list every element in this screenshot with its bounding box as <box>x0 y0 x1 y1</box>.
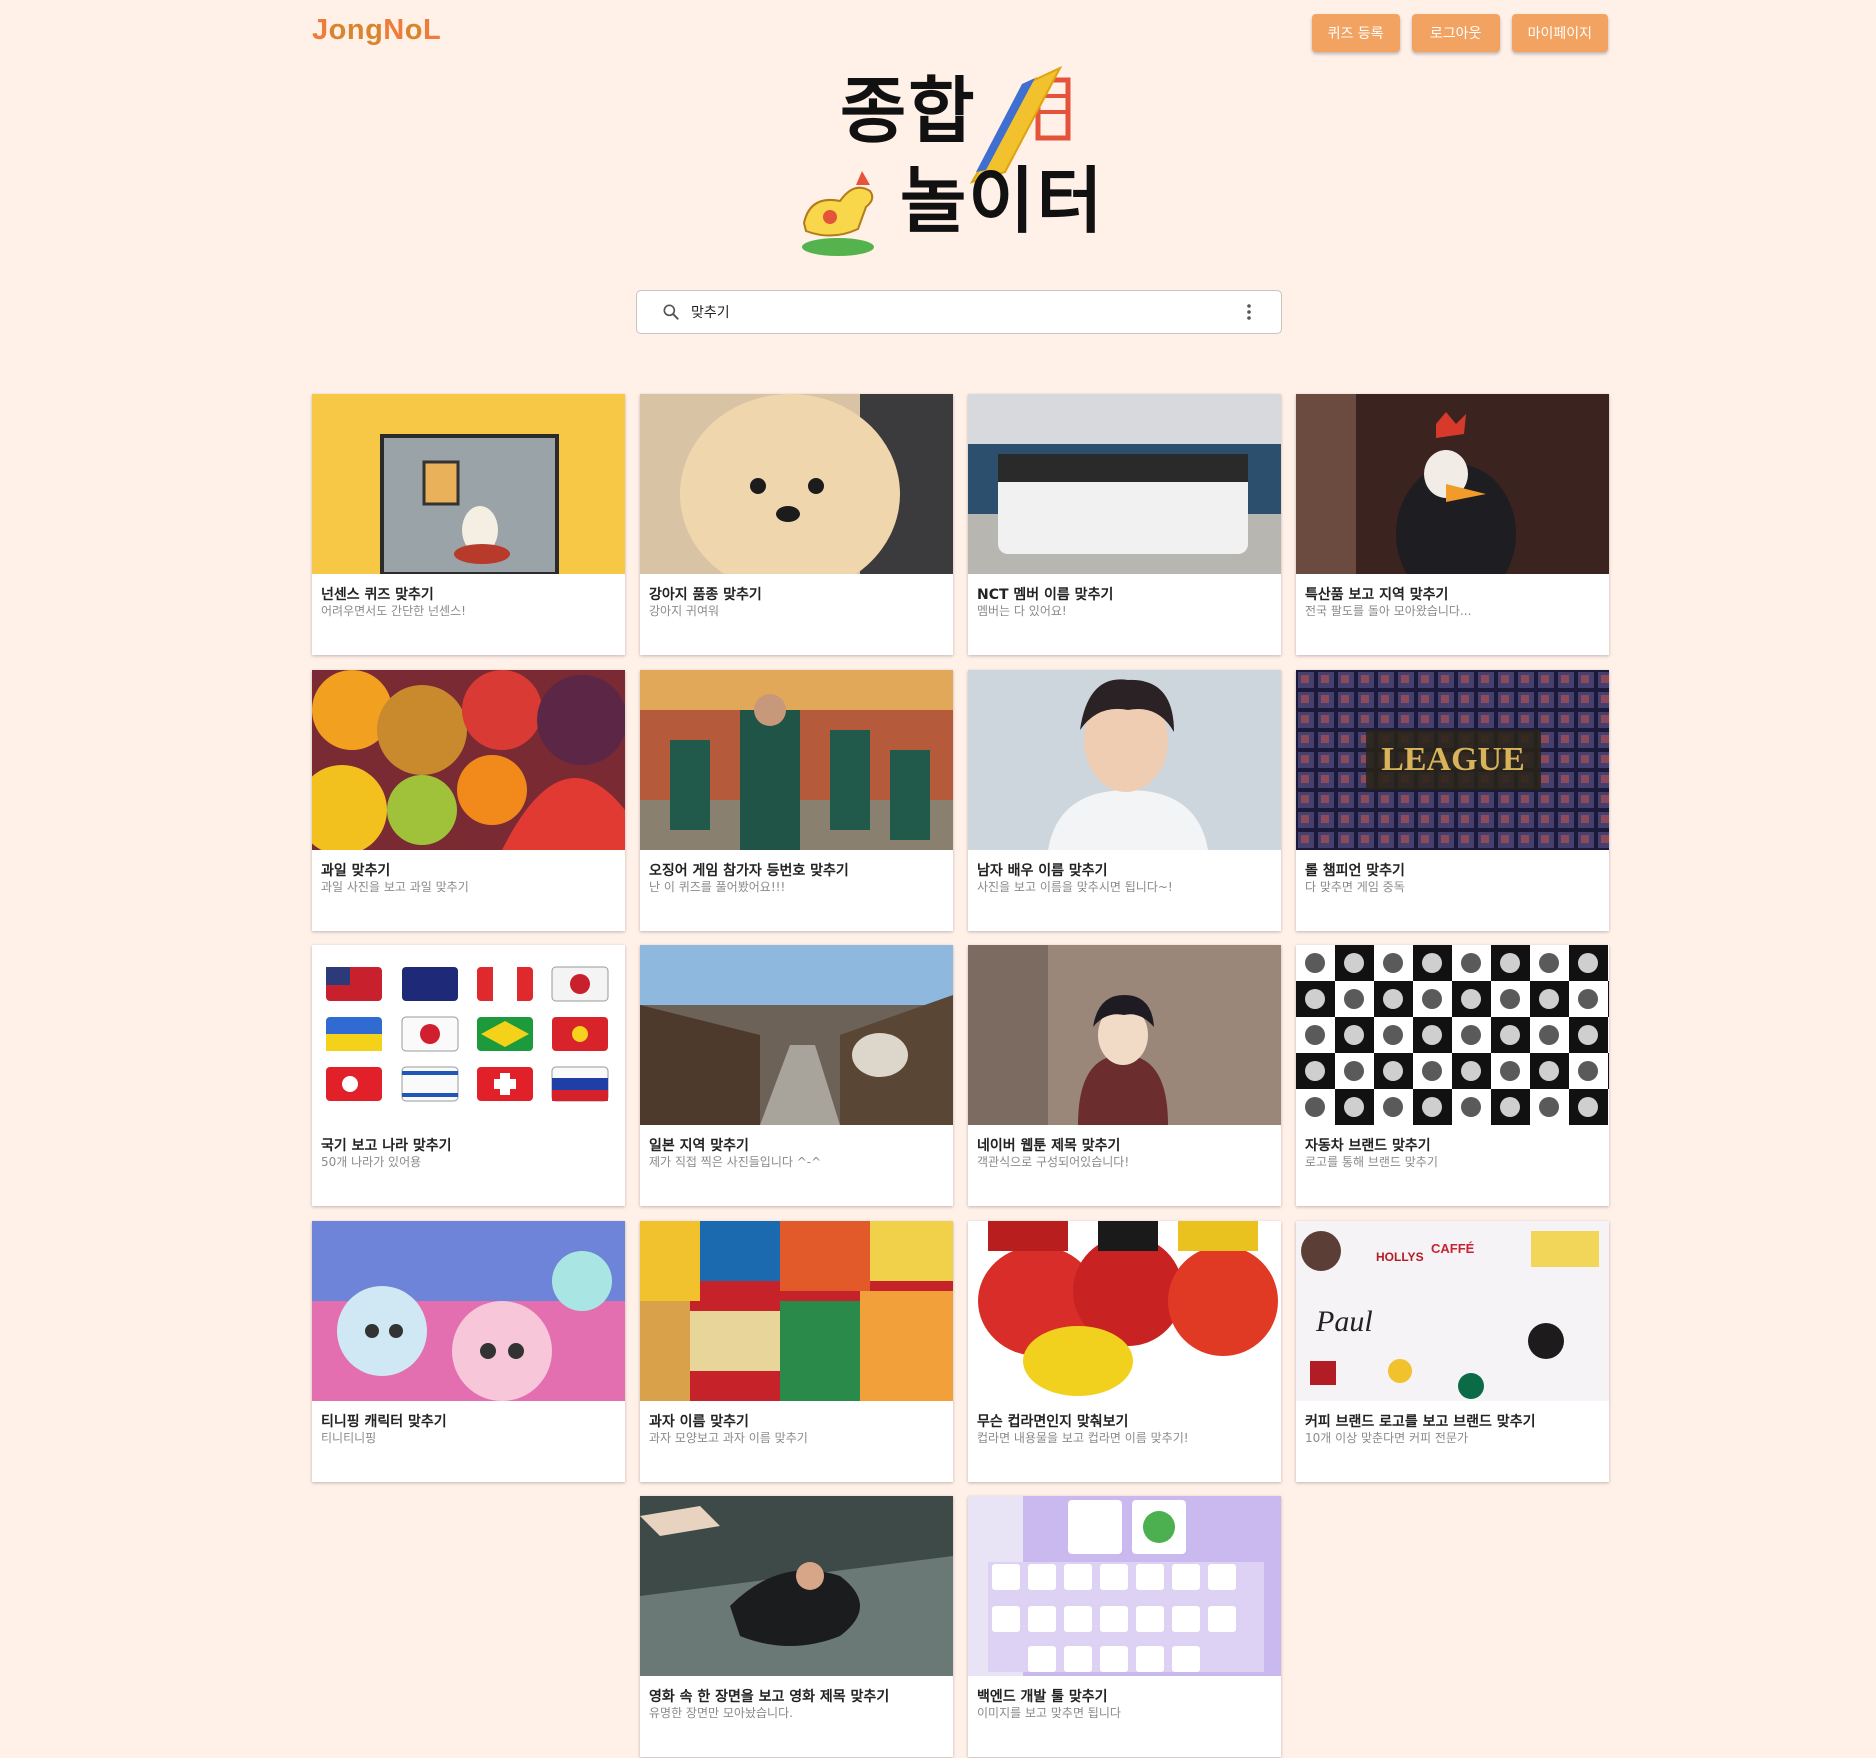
quiz-card[interactable]: 오징어 게임 참가자 등번호 맞추기 난 이 퀴즈를 풀어봤어요!!! <box>640 670 953 931</box>
quiz-card[interactable]: 과일 맞추기 과일 사진을 보고 과일 맞추기 <box>312 670 625 931</box>
card-description: 객관식으로 구성되어있습니다! <box>977 1155 1130 1169</box>
card-description: 컵라면 내용물을 보고 컵라면 이름 맞추기! <box>977 1431 1189 1445</box>
card-thumbnail-fruits <box>312 670 625 850</box>
card-description: 과일 사진을 보고 과일 맞추기 <box>321 880 469 894</box>
card-thumbnail-car-brands <box>1296 945 1609 1125</box>
quiz-card[interactable]: HOLLYS CAFFÉ Paul 커피 브랜드 로고를 보고 브랜드 맞추기 … <box>1296 1221 1609 1482</box>
hero-title-line2: 놀이터 <box>900 159 1105 243</box>
mypage-button[interactable]: 마이페이지 <box>1511 14 1608 52</box>
quiz-card[interactable]: 일본 지역 맞추기 제가 직접 찍은 사진들입니다 ^-^ <box>640 945 953 1206</box>
card-thumbnail-flags <box>312 945 625 1125</box>
svg-text:Paul: Paul <box>1315 1305 1373 1338</box>
quiz-card[interactable]: NCT 멤버 이름 맞추기 멤버는 다 있어요! <box>968 394 1281 655</box>
header-actions: 퀴즈 등록 로그아웃 마이페이지 <box>1311 14 1608 52</box>
card-description: 50개 나라가 있어용 <box>321 1155 422 1169</box>
card-title: 과일 맞추기 <box>321 863 391 879</box>
search-bar <box>636 290 1282 334</box>
card-title: 오징어 게임 참가자 등번호 맞추기 <box>649 863 849 879</box>
card-thumbnail-snacks <box>640 1221 953 1401</box>
site-logo[interactable]: JongNoL <box>312 14 441 47</box>
card-description: 사진을 보고 이름을 맞추시면 됩니다~! <box>977 880 1173 894</box>
card-description: 로고를 통해 브랜드 맞추기 <box>1305 1155 1438 1169</box>
card-thumbnail-specialty <box>1296 394 1609 574</box>
card-title: 무슨 컵라면인지 맞춰보기 <box>977 1414 1129 1430</box>
card-title: 커피 브랜드 로고를 보고 브랜드 맞추기 <box>1305 1414 1536 1430</box>
search-icon <box>663 304 679 320</box>
card-thumbnail-nct <box>968 394 1281 574</box>
card-title: 넌센스 퀴즈 맞추기 <box>321 587 434 603</box>
card-description: 제가 직접 찍은 사진들입니다 ^-^ <box>649 1155 822 1169</box>
quiz-card[interactable]: 무슨 컵라면인지 맞춰보기 컵라면 내용물을 보고 컵라면 이름 맞추기! <box>968 1221 1281 1482</box>
quiz-card[interactable]: 특산품 보고 지역 맞추기 전국 팔도를 돌아 모아왔습니다... <box>1296 394 1609 655</box>
card-description: 이미지를 보고 맞추면 됩니다 <box>977 1706 1121 1720</box>
card-thumbnail-dog <box>640 394 953 574</box>
card-title: 영화 속 한 장면을 보고 영화 제목 맞추기 <box>649 1689 890 1705</box>
quiz-card[interactable]: LEAGUE 롤 챔피언 맞추기 다 맞추면 게임 중독 <box>1296 670 1609 931</box>
hero-title: 종합 놀이터 <box>840 66 1105 246</box>
card-description: 멤버는 다 있어요! <box>977 604 1067 618</box>
card-thumbnail-lol: LEAGUE <box>1296 670 1609 850</box>
quiz-card[interactable]: 넌센스 퀴즈 맞추기 어려우면서도 간단한 넌센스! <box>312 394 625 655</box>
card-thumbnail-teenieping <box>312 1221 625 1401</box>
card-title: 남자 배우 이름 맞추기 <box>977 863 1108 879</box>
logout-button[interactable]: 로그아웃 <box>1411 14 1500 52</box>
logo-text-ong: ong <box>328 14 384 46</box>
quiz-card[interactable]: 강아지 품종 맞추기 강아지 귀여워 <box>640 394 953 655</box>
card-description: 난 이 퀴즈를 풀어봤어요!!! <box>649 880 786 894</box>
logo-letter-n: N <box>383 14 405 46</box>
svg-text:LEAGUE: LEAGUE <box>1381 741 1525 778</box>
card-title: 과자 이름 맞추기 <box>649 1414 749 1430</box>
card-description: 강아지 귀여워 <box>649 604 720 618</box>
card-title: 국기 보고 나라 맞추기 <box>321 1138 452 1154</box>
quiz-card[interactable]: 영화 속 한 장면을 보고 영화 제목 맞추기 유명한 장면만 모아놨습니다. <box>640 1496 953 1757</box>
card-title: 일본 지역 맞추기 <box>649 1138 749 1154</box>
card-title: NCT 멤버 이름 맞추기 <box>977 587 1114 603</box>
quiz-card[interactable]: 남자 배우 이름 맞추기 사진을 보고 이름을 맞추시면 됩니다~! <box>968 670 1281 931</box>
card-title: 강아지 품종 맞추기 <box>649 587 762 603</box>
hero-title-line1: 종합 <box>840 69 977 153</box>
quiz-card[interactable]: 과자 이름 맞추기 과자 모양보고 과자 이름 맞추기 <box>640 1221 953 1482</box>
card-title: 특산품 보고 지역 맞추기 <box>1305 587 1449 603</box>
register-quiz-button[interactable]: 퀴즈 등록 <box>1311 14 1400 52</box>
quiz-card[interactable]: 네이버 웹툰 제목 맞추기 객관식으로 구성되어있습니다! <box>968 945 1281 1206</box>
card-thumbnail-squid-game <box>640 670 953 850</box>
search-input[interactable] <box>689 303 1237 321</box>
card-thumbnail-nonsense <box>312 394 625 574</box>
card-description: 다 맞추면 게임 중독 <box>1305 880 1405 894</box>
card-thumbnail-movie <box>640 1496 953 1676</box>
logo-letter-j: J <box>312 14 329 46</box>
card-description: 티니티니핑 <box>321 1431 377 1445</box>
more-vert-icon[interactable] <box>1237 300 1261 324</box>
hero-banner: 종합 놀이터 <box>790 60 1130 275</box>
svg-text:CAFFÉ: CAFFÉ <box>1431 1241 1475 1256</box>
card-thumbnail-coffee-brands: HOLLYS CAFFÉ Paul <box>1296 1221 1609 1401</box>
card-description: 전국 팔도를 돌아 모아왔습니다... <box>1305 604 1472 618</box>
card-description: 유명한 장면만 모아놨습니다. <box>649 1706 793 1720</box>
card-title: 롤 챔피언 맞추기 <box>1305 863 1405 879</box>
svg-text:HOLLYS: HOLLYS <box>1376 1250 1424 1264</box>
card-thumbnail-backend <box>968 1496 1281 1676</box>
quiz-card[interactable]: 자동차 브랜드 맞추기 로고를 통해 브랜드 맞추기 <box>1296 945 1609 1206</box>
card-description: 어려우면서도 간단한 넌센스! <box>321 604 466 618</box>
logo-text-o: o <box>404 14 423 46</box>
quiz-card[interactable]: 티니핑 캐릭터 맞추기 티니티니핑 <box>312 1221 625 1482</box>
card-thumbnail-webtoon <box>968 945 1281 1125</box>
card-thumbnail-actor <box>968 670 1281 850</box>
card-title: 백엔드 개발 툴 맞추기 <box>977 1689 1108 1705</box>
card-description: 10개 이상 맞춘다면 커피 전문가 <box>1305 1431 1469 1445</box>
quiz-card[interactable]: 국기 보고 나라 맞추기 50개 나라가 있어용 <box>312 945 625 1206</box>
card-title: 티니핑 캐릭터 맞추기 <box>321 1414 447 1430</box>
card-thumbnail-cup-ramen <box>968 1221 1281 1401</box>
logo-letter-l: L <box>422 14 442 46</box>
card-title: 네이버 웹툰 제목 맞추기 <box>977 1138 1121 1154</box>
quiz-card[interactable]: 백엔드 개발 툴 맞추기 이미지를 보고 맞추면 됩니다 <box>968 1496 1281 1757</box>
card-description: 과자 모양보고 과자 이름 맞추기 <box>649 1431 808 1445</box>
card-thumbnail-japan <box>640 945 953 1125</box>
card-title: 자동차 브랜드 맞추기 <box>1305 1138 1431 1154</box>
